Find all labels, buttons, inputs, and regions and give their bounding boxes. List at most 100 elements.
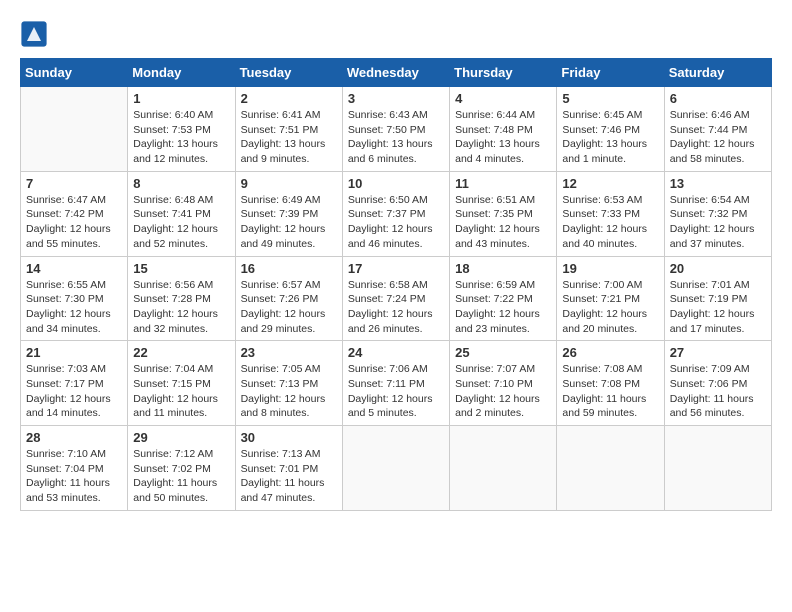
calendar-week-row: 21Sunrise: 7:03 AM Sunset: 7:17 PM Dayli… (21, 341, 772, 426)
day-number: 27 (670, 345, 766, 360)
calendar-week-row: 1 Sunrise: 6:40 AM Sunset: 7:53 PM Daylig… (21, 87, 772, 172)
day-info: Sunrise: 6:40 AM Sunset: 7:53 PM Dayligh… (133, 108, 229, 167)
calendar-cell: 10Sunrise: 6:50 AM Sunset: 7:37 PM Dayli… (342, 171, 449, 256)
weekday-header: Wednesday (342, 59, 449, 87)
day-info: Sunrise: 6:51 AM Sunset: 7:35 PM Dayligh… (455, 193, 551, 252)
day-number: 17 (348, 261, 444, 276)
day-info: Sunrise: 6:53 AM Sunset: 7:33 PM Dayligh… (562, 193, 658, 252)
day-info: Sunrise: 6:47 AM Sunset: 7:42 PM Dayligh… (26, 193, 122, 252)
day-info: Sunrise: 7:12 AM Sunset: 7:02 PM Dayligh… (133, 447, 229, 506)
calendar-cell: 15 Sunrise: 6:56 AM Sunset: 7:28 PM Dayli… (128, 256, 235, 341)
day-number: 16 (241, 261, 337, 276)
calendar-cell: 29 Sunrise: 7:12 AM Sunset: 7:02 PM Dayli… (128, 426, 235, 511)
day-info: Sunrise: 6:44 AM Sunset: 7:48 PM Dayligh… (455, 108, 551, 167)
calendar-cell: 27Sunrise: 7:09 AM Sunset: 7:06 PM Dayli… (664, 341, 771, 426)
day-info: Sunrise: 7:01 AM Sunset: 7:19 PM Dayligh… (670, 278, 766, 337)
day-info: Sunrise: 6:58 AM Sunset: 7:24 PM Dayligh… (348, 278, 444, 337)
calendar-cell: 23Sunrise: 7:05 AM Sunset: 7:13 PM Dayli… (235, 341, 342, 426)
day-info: Sunrise: 6:45 AM Sunset: 7:46 PM Dayligh… (562, 108, 658, 167)
day-info: Sunrise: 6:55 AM Sunset: 7:30 PM Dayligh… (26, 278, 122, 337)
day-info: Sunrise: 7:07 AM Sunset: 7:10 PM Dayligh… (455, 362, 551, 421)
logo-icon (20, 20, 48, 48)
day-number: 15 (133, 261, 229, 276)
calendar-table: SundayMondayTuesdayWednesdayThursdayFrid… (20, 58, 772, 511)
calendar-cell: 3 Sunrise: 6:43 AM Sunset: 7:50 PM Daylig… (342, 87, 449, 172)
day-number: 1 (133, 91, 229, 106)
day-number: 22 (133, 345, 229, 360)
day-number: 24 (348, 345, 444, 360)
calendar-cell (557, 426, 664, 511)
day-number: 30 (241, 430, 337, 445)
calendar-cell: 21Sunrise: 7:03 AM Sunset: 7:17 PM Dayli… (21, 341, 128, 426)
calendar-cell (342, 426, 449, 511)
day-number: 8 (133, 176, 229, 191)
day-info: Sunrise: 7:13 AM Sunset: 7:01 PM Dayligh… (241, 447, 337, 506)
calendar-cell: 4 Sunrise: 6:44 AM Sunset: 7:48 PM Daylig… (450, 87, 557, 172)
day-number: 14 (26, 261, 122, 276)
day-number: 21 (26, 345, 122, 360)
day-number: 4 (455, 91, 551, 106)
calendar-cell: 16 Sunrise: 6:57 AM Sunset: 7:26 PM Dayli… (235, 256, 342, 341)
calendar-cell: 30 Sunrise: 7:13 AM Sunset: 7:01 PM Dayli… (235, 426, 342, 511)
weekday-header: Saturday (664, 59, 771, 87)
day-info: Sunrise: 6:54 AM Sunset: 7:32 PM Dayligh… (670, 193, 766, 252)
day-info: Sunrise: 6:41 AM Sunset: 7:51 PM Dayligh… (241, 108, 337, 167)
day-number: 26 (562, 345, 658, 360)
calendar-cell (450, 426, 557, 511)
calendar-cell: 20 Sunrise: 7:01 AM Sunset: 7:19 PM Dayli… (664, 256, 771, 341)
calendar-cell: 2 Sunrise: 6:41 AM Sunset: 7:51 PM Daylig… (235, 87, 342, 172)
page-header (20, 20, 772, 48)
calendar-cell: 9Sunrise: 6:49 AM Sunset: 7:39 PM Daylig… (235, 171, 342, 256)
day-info: Sunrise: 6:43 AM Sunset: 7:50 PM Dayligh… (348, 108, 444, 167)
calendar-cell: 12 Sunrise: 6:53 AM Sunset: 7:33 PM Dayli… (557, 171, 664, 256)
day-number: 3 (348, 91, 444, 106)
calendar-header-row: SundayMondayTuesdayWednesdayThursdayFrid… (21, 59, 772, 87)
day-number: 19 (562, 261, 658, 276)
calendar-cell: 26 Sunrise: 7:08 AM Sunset: 7:08 PM Dayli… (557, 341, 664, 426)
weekday-header: Sunday (21, 59, 128, 87)
day-info: Sunrise: 7:05 AM Sunset: 7:13 PM Dayligh… (241, 362, 337, 421)
day-number: 25 (455, 345, 551, 360)
day-number: 28 (26, 430, 122, 445)
day-number: 18 (455, 261, 551, 276)
day-number: 20 (670, 261, 766, 276)
day-info: Sunrise: 6:59 AM Sunset: 7:22 PM Dayligh… (455, 278, 551, 337)
day-number: 13 (670, 176, 766, 191)
calendar-cell: 8 Sunrise: 6:48 AM Sunset: 7:41 PM Daylig… (128, 171, 235, 256)
day-number: 12 (562, 176, 658, 191)
day-info: Sunrise: 6:50 AM Sunset: 7:37 PM Dayligh… (348, 193, 444, 252)
day-number: 9 (241, 176, 337, 191)
weekday-header: Monday (128, 59, 235, 87)
calendar-cell: 18 Sunrise: 6:59 AM Sunset: 7:22 PM Dayli… (450, 256, 557, 341)
calendar-cell: 17 Sunrise: 6:58 AM Sunset: 7:24 PM Dayli… (342, 256, 449, 341)
day-info: Sunrise: 6:57 AM Sunset: 7:26 PM Dayligh… (241, 278, 337, 337)
day-number: 6 (670, 91, 766, 106)
calendar-cell (21, 87, 128, 172)
calendar-cell: 14 Sunrise: 6:55 AM Sunset: 7:30 PM Dayli… (21, 256, 128, 341)
day-number: 5 (562, 91, 658, 106)
day-info: Sunrise: 7:00 AM Sunset: 7:21 PM Dayligh… (562, 278, 658, 337)
calendar-cell: 22 Sunrise: 7:04 AM Sunset: 7:15 PM Dayli… (128, 341, 235, 426)
day-info: Sunrise: 7:08 AM Sunset: 7:08 PM Dayligh… (562, 362, 658, 421)
day-info: Sunrise: 7:04 AM Sunset: 7:15 PM Dayligh… (133, 362, 229, 421)
day-number: 2 (241, 91, 337, 106)
day-info: Sunrise: 6:48 AM Sunset: 7:41 PM Dayligh… (133, 193, 229, 252)
calendar-cell (664, 426, 771, 511)
calendar-week-row: 14 Sunrise: 6:55 AM Sunset: 7:30 PM Dayli… (21, 256, 772, 341)
calendar-cell: 19 Sunrise: 7:00 AM Sunset: 7:21 PM Dayli… (557, 256, 664, 341)
day-info: Sunrise: 6:56 AM Sunset: 7:28 PM Dayligh… (133, 278, 229, 337)
calendar-week-row: 7 Sunrise: 6:47 AM Sunset: 7:42 PM Daylig… (21, 171, 772, 256)
day-info: Sunrise: 7:06 AM Sunset: 7:11 PM Dayligh… (348, 362, 444, 421)
calendar-cell: 28 Sunrise: 7:10 AM Sunset: 7:04 PM Dayli… (21, 426, 128, 511)
day-number: 29 (133, 430, 229, 445)
weekday-header: Tuesday (235, 59, 342, 87)
calendar-cell: 24 Sunrise: 7:06 AM Sunset: 7:11 PM Dayli… (342, 341, 449, 426)
day-number: 11 (455, 176, 551, 191)
calendar-cell: 25 Sunrise: 7:07 AM Sunset: 7:10 PM Dayli… (450, 341, 557, 426)
calendar-week-row: 28 Sunrise: 7:10 AM Sunset: 7:04 PM Dayli… (21, 426, 772, 511)
day-info: Sunrise: 7:10 AM Sunset: 7:04 PM Dayligh… (26, 447, 122, 506)
calendar-cell: 13 Sunrise: 6:54 AM Sunset: 7:32 PM Dayli… (664, 171, 771, 256)
day-number: 7 (26, 176, 122, 191)
day-info: Sunrise: 6:46 AM Sunset: 7:44 PM Dayligh… (670, 108, 766, 167)
weekday-header: Thursday (450, 59, 557, 87)
